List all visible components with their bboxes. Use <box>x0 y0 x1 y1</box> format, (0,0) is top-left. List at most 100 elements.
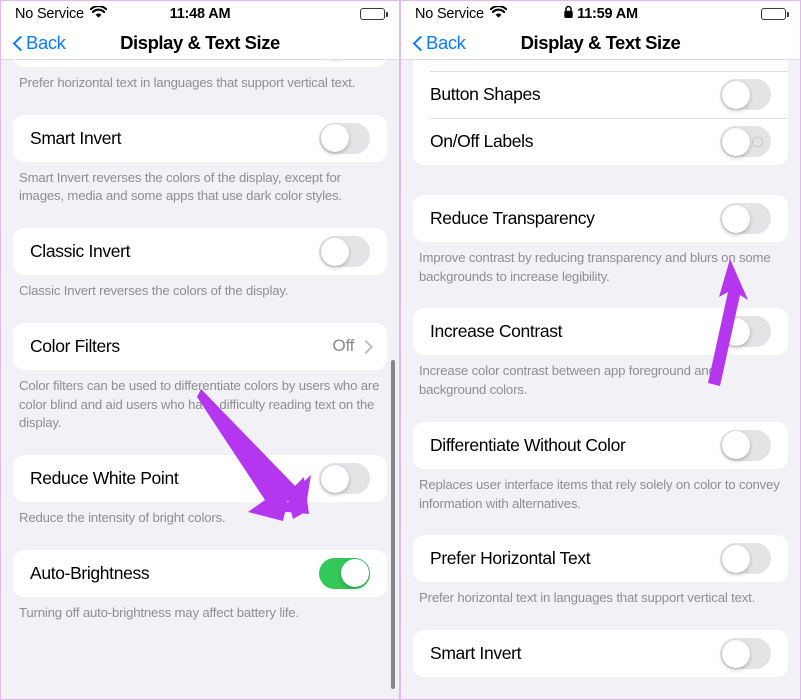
row-label: Classic Invert <box>30 241 131 262</box>
status-bar-left-group: No Service <box>415 4 508 23</box>
row-label: Color Filters <box>30 335 120 356</box>
row-control <box>319 463 370 495</box>
settings-row-smart-invert[interactable]: Smart Invert <box>413 630 788 677</box>
carrier-label: No Service <box>415 6 484 22</box>
off-label-circle-icon <box>752 136 763 147</box>
status-bar-left-group: No Service <box>15 4 108 23</box>
back-button-label: Back <box>26 32 66 53</box>
row-control <box>720 126 771 157</box>
status-bar-right-group <box>761 8 789 20</box>
row-control <box>319 122 370 154</box>
toggle-classic-invert[interactable] <box>319 236 370 268</box>
toggle-auto-brightness[interactable] <box>319 557 370 589</box>
settings-list-left[interactable]: Prefer Horizontal Text Prefer horizontal… <box>1 60 399 699</box>
toggle-reduce-transparency[interactable] <box>720 203 771 234</box>
row-control <box>319 557 370 589</box>
toggle-increase-contrast[interactable] <box>720 316 771 348</box>
row-label: Button Shapes <box>430 84 541 104</box>
row-control <box>720 429 771 461</box>
footnote-color-filters: Color filters can be used to differentia… <box>19 377 380 431</box>
group-reduce-transparency: Reduce Transparency <box>413 195 788 242</box>
settings-row-larger-text-partial[interactable]: Larger Text Off <box>413 60 788 71</box>
toggle-reduce-white-point[interactable] <box>319 463 370 495</box>
status-bar-right: No Service 11:59 AM <box>401 1 800 27</box>
row-control <box>720 316 771 348</box>
toggle-on-off-labels[interactable] <box>720 126 771 157</box>
status-bar-left: No Service 11:48 AM <box>1 1 399 27</box>
footnote-auto-brightness: Turning off auto-brightness may affect b… <box>19 604 299 620</box>
group-reduce-white-point: Reduce White Point <box>13 455 387 503</box>
row-control <box>720 638 771 670</box>
scrollbar-left[interactable] <box>391 360 395 689</box>
settings-row-color-filters[interactable]: Color Filters Off <box>13 323 387 370</box>
back-button-label: Back <box>426 32 466 53</box>
status-bar-right-group <box>360 8 388 20</box>
carrier-label: No Service <box>15 6 84 22</box>
partial-row-top: Larger Text Off Button Shapes On/Off <box>413 60 788 165</box>
group-differentiate-without-color: Differentiate Without Color <box>413 421 788 469</box>
settings-row-button-shapes[interactable]: Button Shapes <box>413 71 788 118</box>
group-smart-invert: Smart Invert <box>13 114 387 162</box>
wifi-icon <box>489 4 508 23</box>
group-color-filters: Color Filters Off <box>13 322 387 370</box>
wifi-icon <box>89 4 108 23</box>
dual-screenshot-container: No Service 11:48 AM Back Display & Text … <box>0 0 801 700</box>
group-prefer-horizontal-text: Prefer Horizontal Text <box>413 535 788 583</box>
row-control <box>720 79 771 110</box>
row-label: Smart Invert <box>30 127 122 148</box>
row-label: On/Off Labels <box>430 131 534 151</box>
color-filters-value: Off <box>332 336 355 356</box>
row-label: Smart Invert <box>430 643 522 664</box>
chevron-left-icon <box>413 35 423 52</box>
lock-icon <box>563 5 574 23</box>
toggle-smart-invert[interactable] <box>720 638 771 670</box>
footnote-reduce-transparency: Improve contrast by reducing transparenc… <box>419 250 771 284</box>
footnote-smart-invert: Smart Invert reverses the colors of the … <box>19 169 342 204</box>
row-label: Reduce White Point <box>30 468 179 489</box>
row-label: Reduce Transparency <box>430 208 595 228</box>
back-button[interactable]: Back <box>413 32 466 54</box>
row-label: Differentiate Without Color <box>430 434 626 455</box>
settings-row-smart-invert[interactable]: Smart Invert <box>13 115 387 162</box>
footnote-increase-contrast: Increase color contrast between app fore… <box>419 363 716 398</box>
settings-list-right[interactable]: Larger Text Off Button Shapes On/Off <box>401 60 800 699</box>
settings-row-classic-invert[interactable]: Classic Invert <box>13 228 387 275</box>
toggle-prefer-horizontal-text[interactable] <box>720 543 771 575</box>
row-control <box>319 236 370 268</box>
settings-row-auto-brightness[interactable]: Auto-Brightness <box>13 550 387 597</box>
footnote-prefer-horizontal-text: Prefer horizontal text in languages that… <box>419 590 756 606</box>
nav-bar-left: Back Display & Text Size <box>1 27 399 60</box>
settings-row-reduce-white-point[interactable]: Reduce White Point <box>13 455 387 502</box>
group-auto-brightness: Auto-Brightness <box>13 549 387 597</box>
footnote-differentiate-without-color: Replaces user interface items that rely … <box>419 476 780 511</box>
clock-label: 11:48 AM <box>169 6 231 22</box>
settings-row-differentiate-without-color[interactable]: Differentiate Without Color <box>413 422 788 469</box>
toggle-smart-invert[interactable] <box>319 122 370 154</box>
settings-row-on-off-labels[interactable]: On/Off Labels <box>413 118 788 165</box>
partial-row-top: Prefer Horizontal Text <box>13 60 387 67</box>
row-control <box>720 543 771 575</box>
battery-icon <box>360 8 388 20</box>
settings-row-prefer-horizontal-text-partial[interactable]: Prefer Horizontal Text <box>13 60 387 67</box>
battery-icon <box>761 8 789 20</box>
nav-bar-right: Back Display & Text Size <box>401 27 800 60</box>
row-label: Prefer Horizontal Text <box>430 548 591 569</box>
phone-screen-left: No Service 11:48 AM Back Display & Text … <box>0 0 400 700</box>
settings-row-increase-contrast[interactable]: Increase Contrast <box>413 308 788 355</box>
toggle-button-shapes[interactable] <box>720 79 771 110</box>
footnote-prefer-horizontal-text: Prefer horizontal text in languages that… <box>19 75 356 90</box>
settings-row-prefer-horizontal-text[interactable]: Prefer Horizontal Text <box>413 535 788 582</box>
clock-label: 11:59 AM <box>577 6 638 22</box>
group-increase-contrast: Increase Contrast <box>413 308 788 356</box>
footnote-reduce-white-point: Reduce the intensity of bright colors. <box>19 510 226 526</box>
group-classic-invert: Classic Invert <box>13 228 387 276</box>
back-button[interactable]: Back <box>13 32 66 54</box>
phone-screen-right: No Service 11:59 AM Back Display & Text … <box>400 0 801 700</box>
toggle-differentiate-without-color[interactable] <box>720 429 771 461</box>
footnote-classic-invert: Classic Invert reverses the colors of th… <box>19 283 289 299</box>
settings-row-reduce-transparency[interactable]: Reduce Transparency <box>413 195 788 242</box>
row-control: Off <box>333 336 370 356</box>
chevron-left-icon <box>13 35 23 52</box>
row-label: Auto-Brightness <box>30 562 150 583</box>
row-control <box>720 203 771 234</box>
